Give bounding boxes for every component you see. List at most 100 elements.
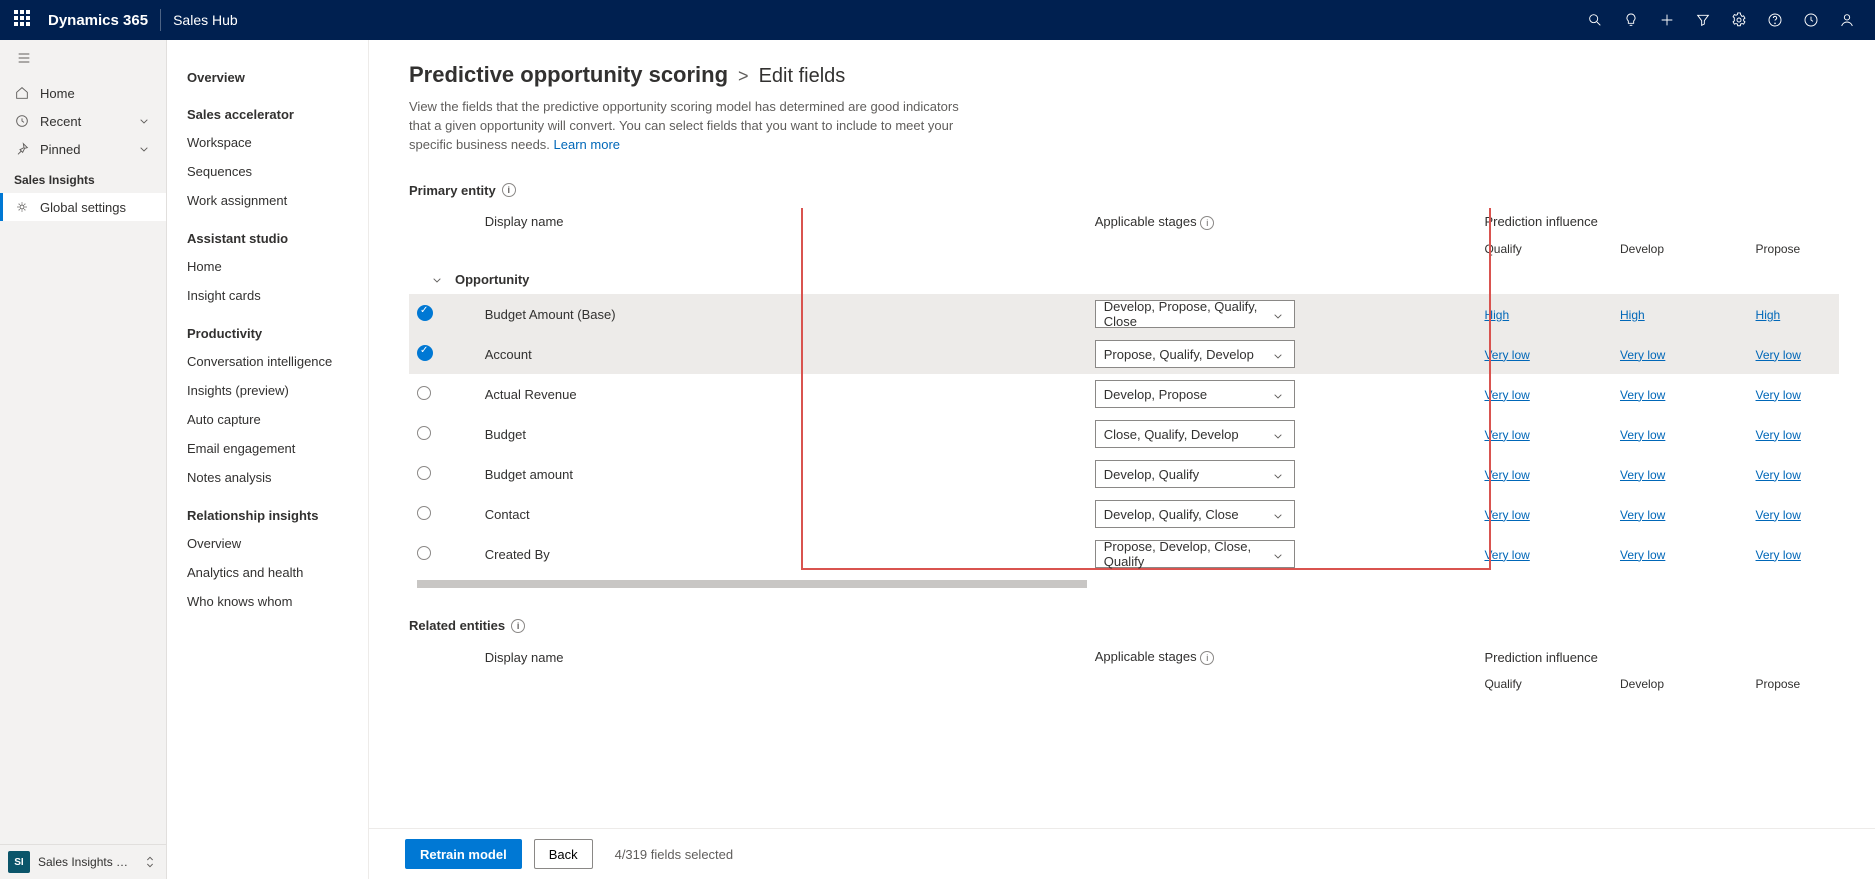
learn-more-link[interactable]: Learn more [554,137,620,152]
secnav-item[interactable]: Insights (preview) [185,376,368,405]
info-icon[interactable]: i [1200,216,1214,230]
secnav-item[interactable]: Overview [185,529,368,558]
col-prediction-influence[interactable]: Prediction influence [1476,643,1839,671]
secnav-heading[interactable]: Sales accelerator [185,91,368,128]
row-display-name: Budget Amount (Base) [477,294,1087,334]
secnav-item[interactable]: Workspace [185,128,368,157]
breadcrumb-root[interactable]: Predictive opportunity scoring [409,62,728,88]
secnav-item[interactable]: Email engagement [185,434,368,463]
col-display-name[interactable]: Display name [477,208,1087,236]
influence-link[interactable]: Very low [1620,388,1665,402]
stage-select[interactable]: Develop, Propose, Qualify, Close [1095,300,1295,328]
breadcrumb-current: Edit fields [759,65,846,88]
col-propose[interactable]: Propose [1748,671,1839,697]
secnav-item[interactable]: Who knows whom [185,587,368,616]
influence-link[interactable]: Very low [1620,548,1665,562]
influence-link[interactable]: Very low [1756,548,1801,562]
secnav-item[interactable]: Analytics and health [185,558,368,587]
row-select-radio[interactable] [417,305,433,321]
stage-select[interactable]: Propose, Develop, Close, Qualify [1095,540,1295,568]
secnav-item[interactable]: Home [185,252,368,281]
nav-recent-label: Recent [40,114,81,129]
filter-icon[interactable] [1685,0,1721,40]
col-applicable-stages[interactable]: Applicable stages i [1087,208,1477,236]
influence-link[interactable]: High [1756,308,1781,322]
top-header: Dynamics 365 Sales Hub [0,0,1875,40]
influence-link[interactable]: Very low [1756,348,1801,362]
assist-icon[interactable] [1793,0,1829,40]
hub-name[interactable]: Sales Hub [173,12,238,28]
info-icon[interactable]: i [502,183,516,197]
influence-link[interactable]: Very low [1756,508,1801,522]
influence-link[interactable]: Very low [1620,348,1665,362]
influence-link[interactable]: Very low [1756,428,1801,442]
influence-link[interactable]: Very low [1484,548,1529,562]
retrain-button[interactable]: Retrain model [405,839,522,869]
row-select-radio[interactable] [417,386,431,400]
col-prediction-influence[interactable]: Prediction influence [1476,208,1839,236]
stage-select[interactable]: Propose, Qualify, Develop [1095,340,1295,368]
row-display-name: Created By [477,534,1087,574]
gear-icon[interactable] [1721,0,1757,40]
col-qualify[interactable]: Qualify [1476,671,1612,697]
influence-link[interactable]: High [1620,308,1645,322]
help-icon[interactable] [1757,0,1793,40]
influence-link[interactable]: Very low [1484,468,1529,482]
influence-link[interactable]: Very low [1484,428,1529,442]
secnav-heading[interactable]: Productivity [185,310,368,347]
secnav-heading[interactable]: Assistant studio [185,215,368,252]
stage-select[interactable]: Close, Qualify, Develop [1095,420,1295,448]
stage-select[interactable]: Develop, Propose [1095,380,1295,408]
secnav-item[interactable]: Sequences [185,157,368,186]
horizontal-scrollbar[interactable] [417,580,1087,588]
influence-link[interactable]: Very low [1484,508,1529,522]
influence-link[interactable]: High [1484,308,1509,322]
influence-link[interactable]: Very low [1620,428,1665,442]
area-switcher[interactable]: SI Sales Insights sett... [0,844,166,879]
intro-body: View the fields that the predictive oppo… [409,99,959,152]
profile-icon[interactable] [1829,0,1865,40]
secnav-item[interactable]: Work assignment [185,186,368,215]
stage-select[interactable]: Develop, Qualify, Close [1095,500,1295,528]
info-icon[interactable]: i [1200,651,1214,665]
divider [160,9,161,31]
col-develop[interactable]: Develop [1612,671,1748,697]
col-propose[interactable]: Propose [1748,236,1839,262]
influence-link[interactable]: Very low [1620,508,1665,522]
secnav-heading[interactable]: Overview [185,64,368,91]
row-select-radio[interactable] [417,426,431,440]
stage-select[interactable]: Develop, Qualify [1095,460,1295,488]
brand[interactable]: Dynamics 365 [48,12,148,29]
nav-global-settings[interactable]: Global settings [0,193,166,221]
row-select-radio[interactable] [417,506,431,520]
lightbulb-icon[interactable] [1613,0,1649,40]
influence-link[interactable]: Very low [1756,388,1801,402]
app-launcher-icon[interactable] [14,10,34,30]
search-icon[interactable] [1577,0,1613,40]
secnav-heading[interactable]: Relationship insights [185,492,368,529]
secnav-item[interactable]: Auto capture [185,405,368,434]
nav-home[interactable]: Home [0,79,166,107]
row-select-radio[interactable] [417,345,433,361]
col-applicable-stages[interactable]: Applicable stages i [1087,643,1477,671]
secnav-item[interactable]: Conversation intelligence [185,347,368,376]
chevron-down-icon [136,141,152,157]
secnav-item[interactable]: Notes analysis [185,463,368,492]
col-display-name[interactable]: Display name [477,643,1087,671]
influence-link[interactable]: Very low [1484,348,1529,362]
row-select-radio[interactable] [417,466,431,480]
group-opportunity[interactable]: Opportunity [409,262,1839,295]
influence-link[interactable]: Very low [1484,388,1529,402]
row-select-radio[interactable] [417,546,431,560]
col-qualify[interactable]: Qualify [1476,236,1612,262]
influence-link[interactable]: Very low [1620,468,1665,482]
col-develop[interactable]: Develop [1612,236,1748,262]
secnav-item[interactable]: Insight cards [185,281,368,310]
add-icon[interactable] [1649,0,1685,40]
nav-recent[interactable]: Recent [0,107,166,135]
info-icon[interactable]: i [511,619,525,633]
back-button[interactable]: Back [534,839,593,869]
influence-link[interactable]: Very low [1756,468,1801,482]
nav-pinned[interactable]: Pinned [0,135,166,163]
hamburger-icon[interactable] [0,40,166,79]
